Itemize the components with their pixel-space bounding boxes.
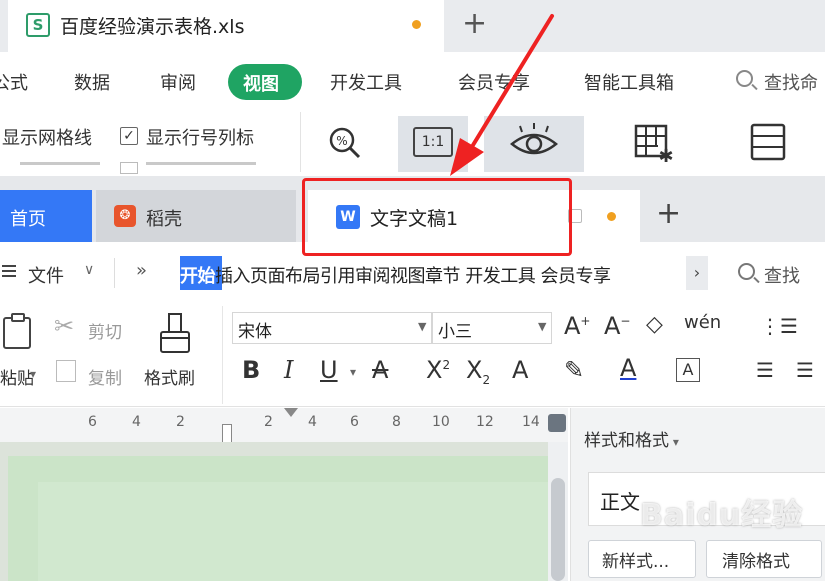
annotation-arrow [450,14,554,176]
